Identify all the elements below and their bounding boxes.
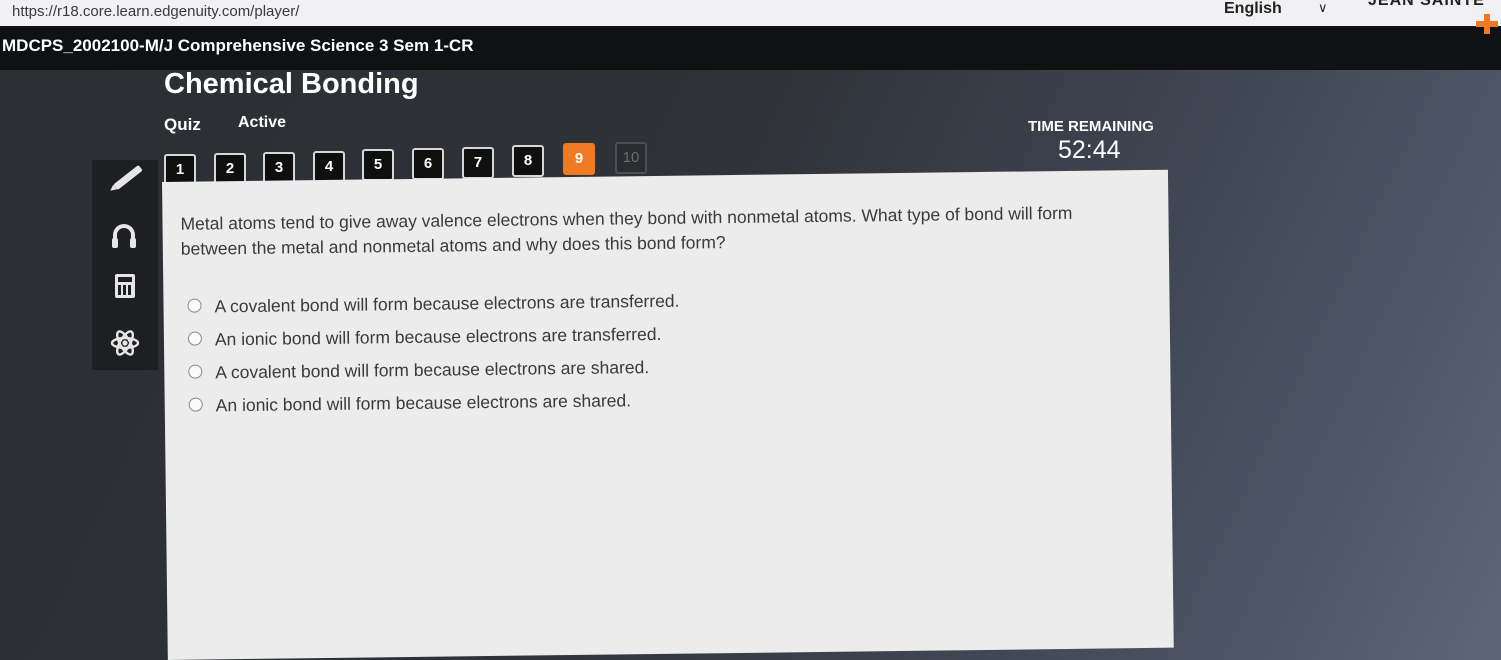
- time-remaining-value: 52:44: [1058, 136, 1121, 164]
- course-title: MDCPS_2002100-M/J Comprehensive Science …: [2, 36, 474, 55]
- question-button-9-current[interactable]: 9: [563, 143, 595, 175]
- url-text[interactable]: https://r18.core.learn.edgenuity.com/pla…: [12, 3, 299, 20]
- activity-type: Quiz: [164, 115, 201, 134]
- atom-icon[interactable]: [110, 328, 140, 358]
- user-name: JEAN SAINTE: [1368, 0, 1485, 9]
- question-button-8[interactable]: 8: [512, 145, 544, 177]
- tool-rail: [92, 160, 158, 370]
- question-button-6[interactable]: 6: [412, 148, 444, 180]
- answer-option-label[interactable]: A covalent bond will form because electr…: [215, 357, 649, 383]
- radio-button[interactable]: [188, 397, 203, 412]
- chevron-down-icon[interactable]: ∨: [1318, 0, 1328, 16]
- language-select[interactable]: English: [1224, 0, 1282, 18]
- headphones-icon[interactable]: [110, 220, 140, 250]
- lesson-title: Chemical Bonding: [164, 68, 419, 100]
- answer-option-label[interactable]: A covalent bond will form because electr…: [214, 291, 679, 318]
- activity-status: Active: [238, 114, 287, 131]
- question-button-10-disabled: 10: [615, 142, 647, 174]
- time-remaining-label: TIME REMAINING: [1028, 118, 1154, 135]
- calculator-icon[interactable]: [110, 272, 140, 302]
- question-text: Metal atoms tend to give away valence el…: [180, 202, 1073, 259]
- question-panel: Metal atoms tend to give away valence el…: [162, 169, 1174, 660]
- browser-url-bar: https://r18.core.learn.edgenuity.com/pla…: [0, 0, 1501, 26]
- question-button-4[interactable]: 4: [313, 151, 345, 183]
- course-header: MDCPS_2002100-M/J Comprehensive Science …: [0, 26, 1501, 70]
- question-button-5[interactable]: 5: [362, 149, 394, 181]
- pencil-icon[interactable]: [110, 162, 143, 192]
- radio-button[interactable]: [188, 364, 203, 379]
- answer-option-label[interactable]: An ionic bond will form because electron…: [215, 324, 662, 350]
- question-button-7[interactable]: 7: [462, 147, 494, 179]
- answer-option-label[interactable]: An ionic bond will form because electron…: [216, 390, 632, 416]
- radio-button[interactable]: [187, 331, 203, 346]
- plus-icon[interactable]: [1466, 14, 1501, 54]
- question-button-3[interactable]: 3: [263, 152, 295, 184]
- radio-button[interactable]: [187, 298, 202, 313]
